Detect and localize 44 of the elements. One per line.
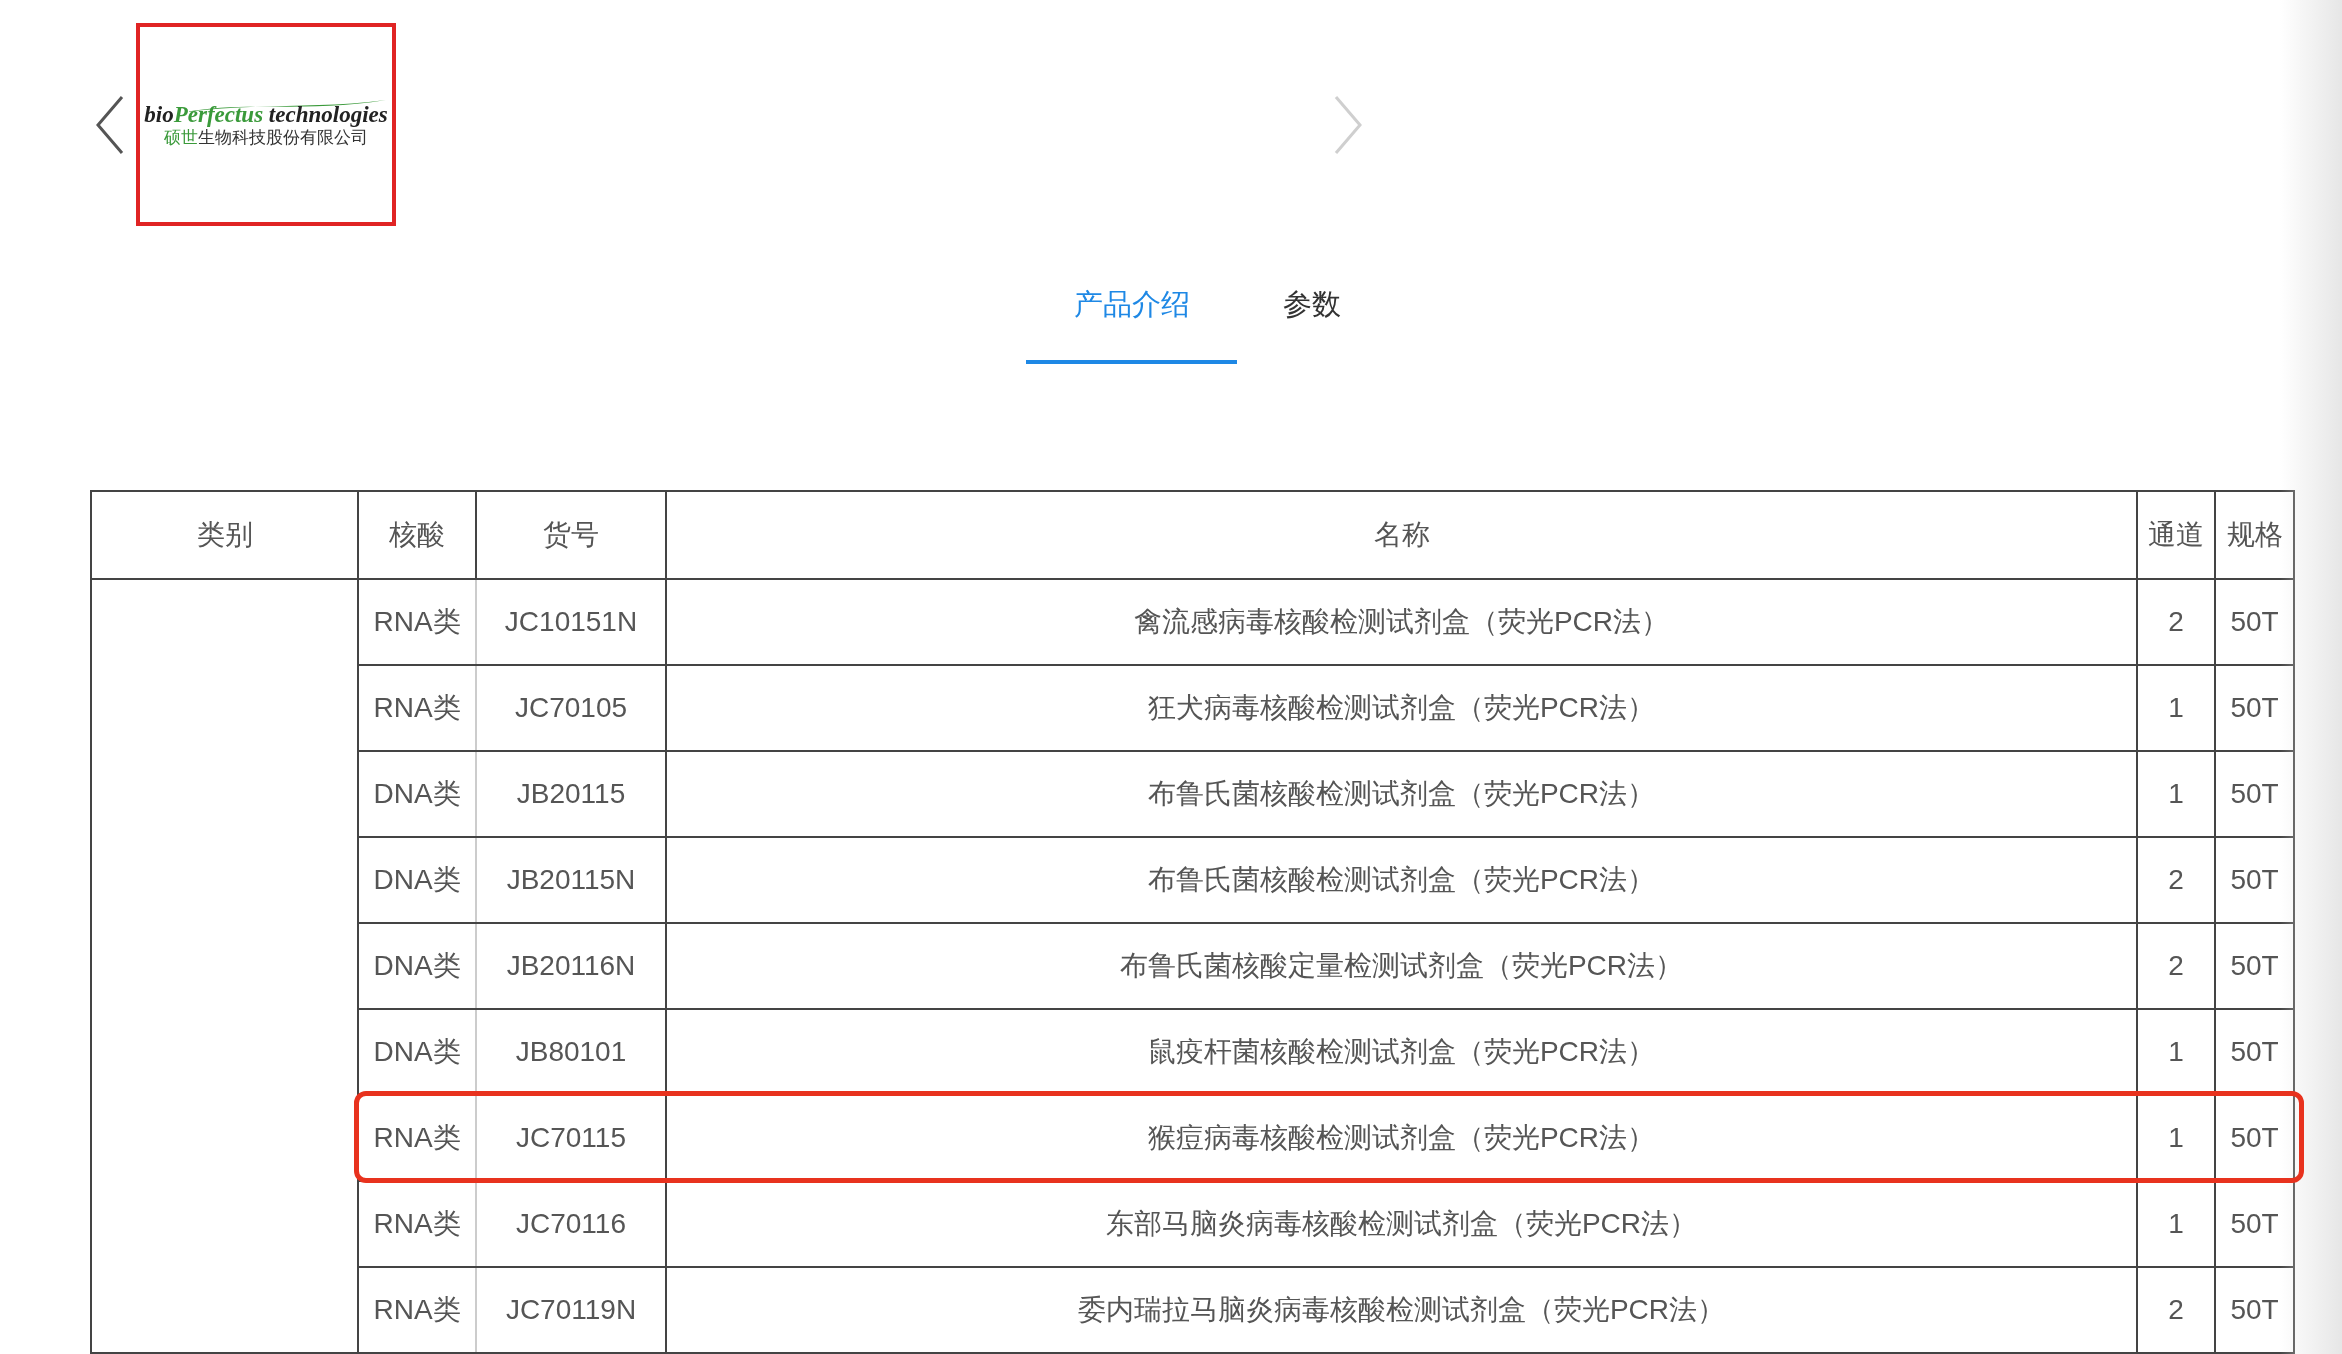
table-cell: 50T	[2215, 1267, 2294, 1353]
table-cell: 50T	[2215, 665, 2294, 751]
column-header: 货号	[476, 491, 666, 579]
table-cell: RNA类	[358, 579, 476, 665]
table-cell: DNA类	[358, 923, 476, 1009]
table-cell: 禽流感病毒核酸检测试剂盒（荧光PCR法）	[666, 579, 2137, 665]
company-logo: bioPerfectus technologies 硕世生物科技股份有限公司	[136, 22, 396, 226]
table-cell: 2	[2137, 1267, 2215, 1353]
table-cell: JB20116N	[476, 923, 666, 1009]
table-cell: 2	[2137, 923, 2215, 1009]
table-cell: 2	[2137, 837, 2215, 923]
table-cell: JC70116	[476, 1181, 666, 1267]
table-cell: 50T	[2215, 923, 2294, 1009]
column-header: 通道	[2137, 491, 2215, 579]
table-cell: JC70119N	[476, 1267, 666, 1353]
table-cell: 50T	[2215, 751, 2294, 837]
table-cell: JC70105	[476, 665, 666, 751]
table-cell: 布鲁氏菌核酸检测试剂盒（荧光PCR法）	[666, 837, 2137, 923]
table-cell: 布鲁氏菌核酸定量检测试剂盒（荧光PCR法）	[666, 923, 2137, 1009]
table-cell: 50T	[2215, 579, 2294, 665]
table-cell: 1	[2137, 751, 2215, 837]
table-cell: RNA类	[358, 665, 476, 751]
table-cell: 2	[2137, 579, 2215, 665]
table-cell: 50T	[2215, 1181, 2294, 1267]
table-cell: 布鲁氏菌核酸检测试剂盒（荧光PCR法）	[666, 751, 2137, 837]
table-cell: JB20115N	[476, 837, 666, 923]
column-header: 类别	[91, 491, 358, 579]
table-cell: JB20115	[476, 751, 666, 837]
table-cell: 1	[2137, 665, 2215, 751]
table-cell: 东部马脑炎病毒核酸检测试剂盒（荧光PCR法）	[666, 1181, 2137, 1267]
table-cell: 委内瑞拉马脑炎病毒核酸检测试剂盒（荧光PCR法）	[666, 1267, 2137, 1353]
table-cell: DNA类	[358, 751, 476, 837]
column-header: 核酸	[358, 491, 476, 579]
column-header: 规格	[2215, 491, 2294, 579]
table-cell: 1	[2137, 1181, 2215, 1267]
tab[interactable]: 产品介绍	[1026, 250, 1237, 364]
table-cell: 50T	[2215, 837, 2294, 923]
tab[interactable]: 参数	[1237, 250, 1387, 364]
table-cell: 狂犬病毒核酸检测试剂盒（荧光PCR法）	[666, 665, 2137, 751]
table-cell: RNA类	[358, 1267, 476, 1353]
column-header: 名称	[666, 491, 2137, 579]
table-cell: RNA类	[358, 1181, 476, 1267]
table-cell: DNA类	[358, 837, 476, 923]
table-cell: JC10151N	[476, 579, 666, 665]
